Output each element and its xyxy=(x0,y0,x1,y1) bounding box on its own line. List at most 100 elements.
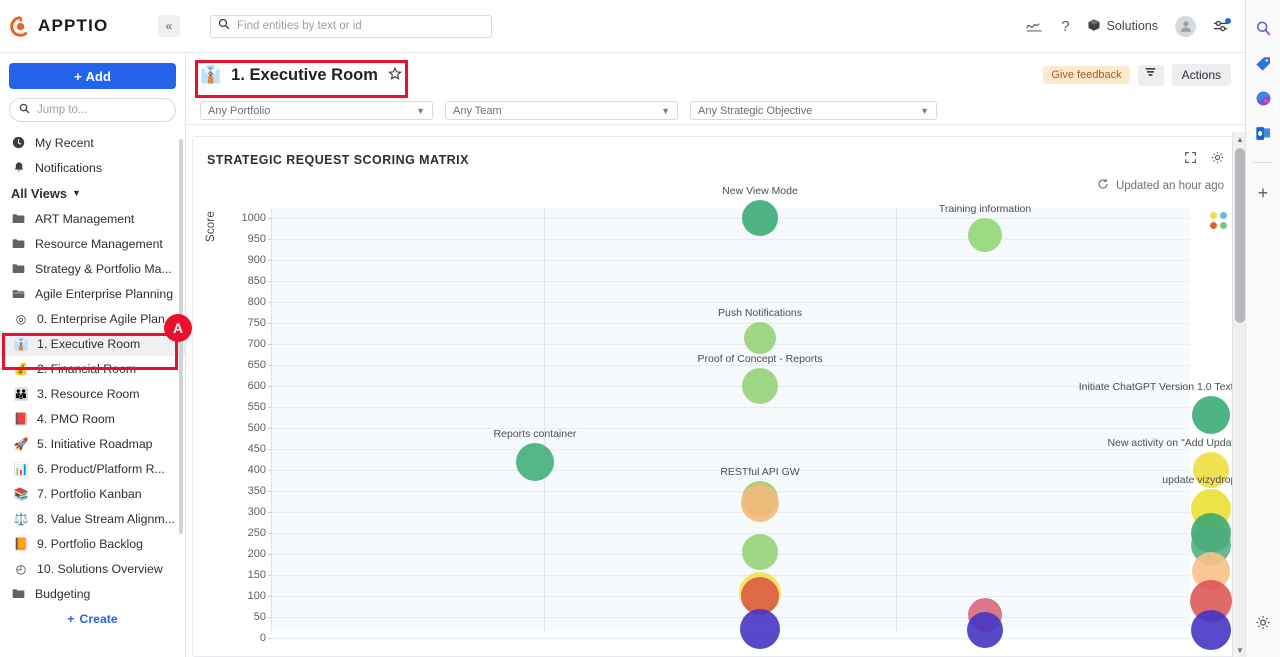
sidebar-item-financial-room[interactable]: 💰 2. Financial Room xyxy=(0,356,185,381)
sidebar-scrollbar[interactable] xyxy=(179,139,183,534)
sidebar-item-pmo-room[interactable]: 📕 4. PMO Room xyxy=(0,406,185,431)
actions-button[interactable]: Actions xyxy=(1171,64,1231,86)
chart-bubble[interactable] xyxy=(516,443,554,482)
all-views-label: All Views xyxy=(11,185,67,201)
create-button[interactable]: + Create xyxy=(0,606,185,631)
chart-bubble[interactable] xyxy=(741,483,779,522)
chart-gridline xyxy=(272,218,1190,219)
sidebar-item-solutions-overview[interactable]: ◴ 10. Solutions Overview xyxy=(0,556,185,581)
updated-status: Updated an hour ago xyxy=(193,169,1238,193)
chart-bubble[interactable] xyxy=(968,217,1002,252)
chart-legend-dots[interactable] xyxy=(1210,212,1227,229)
chevron-down-icon: ▼ xyxy=(416,105,425,116)
preferences-button[interactable] xyxy=(1213,18,1231,33)
y-axis-tick: 200 xyxy=(247,548,273,560)
sidebar-folder-resource-management[interactable]: Resource Management xyxy=(0,231,185,256)
expand-fullscreen-icon[interactable] xyxy=(1184,151,1197,169)
add-button-label: Add xyxy=(85,68,111,84)
trend-line-icon[interactable] xyxy=(1026,19,1044,33)
sidebar-item-value-stream-alignment[interactable]: ⚖️ 8. Value Stream Alignm... xyxy=(0,506,185,531)
jump-to-input[interactable]: Jump to... xyxy=(9,98,176,122)
refresh-icon[interactable] xyxy=(1097,178,1109,193)
necktie-icon: 👔 xyxy=(13,336,29,351)
objective-filter-select[interactable]: Any Strategic Objective ▼ xyxy=(690,101,937,120)
sidebar-item-resource-room[interactable]: 👪 3. Resource Room xyxy=(0,381,185,406)
view-header: 👔 1. Executive Room Give feedback Action… xyxy=(186,53,1245,97)
chart-bubble[interactable] xyxy=(742,368,778,404)
rail-add-button[interactable]: + xyxy=(1258,183,1269,204)
global-search-input[interactable]: Find entities by text or id xyxy=(210,14,492,38)
legend-dot xyxy=(1210,222,1217,229)
chart-bubble[interactable] xyxy=(1193,452,1229,488)
sidebar-item-portfolio-backlog[interactable]: 📙 9. Portfolio Backlog xyxy=(0,531,185,556)
rail-settings-button[interactable] xyxy=(1256,615,1271,635)
sidebar-item-my-recent[interactable]: My Recent xyxy=(0,130,185,155)
sidebar-item-portfolio-kanban[interactable]: 📚 7. Portfolio Kanban xyxy=(0,481,185,506)
sidebar-folder-strategy-portfolio[interactable]: Strategy & Portfolio Ma... xyxy=(0,256,185,281)
scoring-matrix-chart: Score 1000 950 900 850 800 750 700 650 600 550 500… xyxy=(193,185,1238,650)
copilot-icon[interactable] xyxy=(1255,90,1272,107)
closed-book-icon: 📕 xyxy=(13,411,29,426)
chart-gridline xyxy=(272,302,1190,303)
sidebar-item-label: 4. PMO Room xyxy=(37,411,115,426)
gear-icon[interactable] xyxy=(1211,151,1224,169)
left-sidebar: + Add Jump to... My Recent Notifications… xyxy=(0,53,186,657)
sidebar-collapse-button[interactable]: « xyxy=(158,15,180,37)
chart-bubble[interactable] xyxy=(967,612,1003,649)
y-axis-tick: 400 xyxy=(247,464,273,476)
bubble-label: RESTful API GW xyxy=(720,466,800,479)
chart-bubble[interactable] xyxy=(742,200,778,236)
chart-bubble[interactable] xyxy=(1191,609,1231,650)
main-scrollbar[interactable]: ▲ ▼ xyxy=(1232,132,1246,657)
chart-gridline-vertical xyxy=(544,208,545,631)
chevron-down-icon: ▼ xyxy=(71,188,81,198)
chart-bubble[interactable] xyxy=(1192,396,1230,435)
sidebar-item-initiative-roadmap[interactable]: 🚀 5. Initiative Roadmap xyxy=(0,431,185,456)
give-feedback-button[interactable]: Give feedback xyxy=(1043,66,1130,84)
card-title: STRATEGIC REQUEST SCORING MATRIX xyxy=(207,153,469,167)
sidebar-item-label: 2. Financial Room xyxy=(37,361,137,376)
sidebar-item-notifications[interactable]: Notifications xyxy=(0,155,185,180)
sidebar-folder-agile-enterprise-planning[interactable]: Agile Enterprise Planning xyxy=(0,281,185,306)
brand-logo[interactable]: APPTIO xyxy=(0,15,150,37)
sidebar-item-executive-room[interactable]: 👔 1. Executive Room xyxy=(0,331,185,356)
legend-dot xyxy=(1210,212,1217,219)
bubble-label: Training information xyxy=(938,202,1032,215)
folder-icon xyxy=(11,588,26,599)
help-icon[interactable]: ? xyxy=(1061,18,1069,35)
chart-gridline xyxy=(272,386,1190,387)
portfolio-filter-select[interactable]: Any Portfolio ▼ xyxy=(200,101,433,120)
all-views-header[interactable]: All Views ▼ xyxy=(0,180,185,206)
sidebar-item-label: 1. Executive Room xyxy=(37,336,141,351)
y-axis-tick: 800 xyxy=(247,296,273,308)
sidebar-folder-budgeting[interactable]: Budgeting xyxy=(0,581,185,606)
avatar[interactable] xyxy=(1175,15,1196,37)
chart-plot-area: 1000 950 900 850 800 750 700 650 600 550 500 450 400… xyxy=(242,185,1238,650)
sidebar-item-label: 3. Resource Room xyxy=(37,386,140,401)
right-rail: + xyxy=(1245,0,1280,657)
sidebar-item-view-0[interactable]: ◎ 0. Enterprise Agile Plan... xyxy=(0,306,185,331)
solutions-label: Solutions xyxy=(1106,19,1158,33)
sidebar-item-product-platform[interactable]: 📊 6. Product/Platform R... xyxy=(0,456,185,481)
sidebar-item-label: My Recent xyxy=(35,135,94,150)
chart-bubble[interactable] xyxy=(740,608,780,649)
chart-gridline xyxy=(272,407,1190,408)
chart-gridline-vertical xyxy=(896,208,897,631)
search-magnifier-icon[interactable] xyxy=(1255,20,1272,37)
card-header: STRATEGIC REQUEST SCORING MATRIX xyxy=(193,137,1238,169)
sidebar-folder-art-management[interactable]: ART Management xyxy=(0,206,185,231)
chart-bubble[interactable] xyxy=(744,321,776,354)
chart-bubble[interactable] xyxy=(742,533,778,570)
sidebar-folder-label: ART Management xyxy=(35,211,135,226)
tag-label-icon[interactable] xyxy=(1255,55,1272,72)
outlook-icon[interactable] xyxy=(1255,125,1272,142)
view-header-actions: Give feedback Actions xyxy=(1043,64,1231,86)
solutions-button[interactable]: Solutions xyxy=(1087,18,1158,35)
sidebar-item-label: 8. Value Stream Alignm... xyxy=(37,511,175,526)
scrollbar-thumb[interactable] xyxy=(1235,148,1245,323)
filter-button[interactable] xyxy=(1137,64,1164,86)
star-outline-icon[interactable] xyxy=(387,66,402,84)
team-filter-select[interactable]: Any Team ▼ xyxy=(445,101,678,120)
add-button[interactable]: + Add xyxy=(9,63,176,89)
top-bar: APPTIO « Find entities by text or id ? S… xyxy=(0,0,1245,53)
